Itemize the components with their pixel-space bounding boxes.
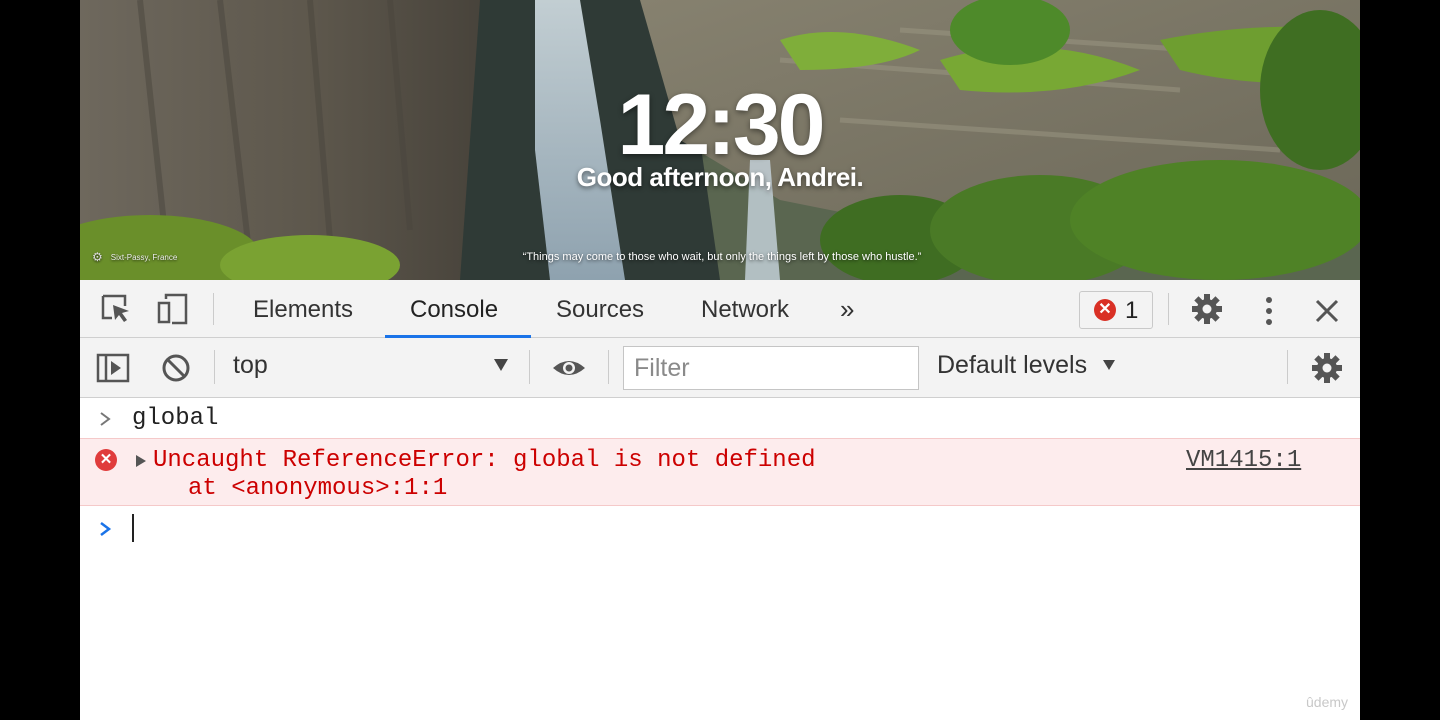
console-input-entry: global <box>80 398 1360 439</box>
tab-console[interactable]: Console <box>385 280 531 338</box>
more-tabs-button[interactable]: » <box>840 294 854 325</box>
filter-input[interactable] <box>623 346 919 390</box>
console-output[interactable]: global ✕ Uncaught ReferenceError: global… <box>80 398 1360 720</box>
close-icon[interactable] <box>1310 294 1344 328</box>
error-icon: ✕ <box>95 449 117 471</box>
device-toolbar-icon[interactable] <box>156 292 190 326</box>
error-count: 1 <box>1125 297 1139 324</box>
toolbar-divider <box>214 350 215 384</box>
error-count-badge[interactable]: ✕ 1 <box>1079 291 1153 329</box>
context-selector[interactable]: top <box>233 351 268 380</box>
expand-triangle-icon[interactable] <box>135 454 147 468</box>
error-source-link[interactable]: VM1415:1 <box>1186 447 1301 474</box>
udemy-watermark: ûdemy <box>1306 694 1349 710</box>
error-stack-trace: at <anonymous>:1:1 <box>188 475 448 502</box>
console-prompt[interactable] <box>80 506 1360 550</box>
devtools-tab-bar: Elements Console Sources Network » ✕ 1 <box>80 280 1360 338</box>
more-options-icon[interactable] <box>1252 294 1286 328</box>
console-command: global <box>132 405 219 432</box>
toolbar-divider <box>213 293 214 325</box>
input-chevron-icon <box>100 412 111 426</box>
clear-console-icon[interactable] <box>159 351 193 385</box>
browser-window: 12:30 Good afternoon, Andrei. ⚙ Sixt-Pas… <box>80 0 1360 720</box>
console-settings-icon[interactable] <box>1310 351 1344 385</box>
live-expression-eye-icon[interactable] <box>552 351 586 385</box>
settings-gear-icon[interactable] <box>1190 292 1224 326</box>
error-icon: ✕ <box>1094 299 1116 321</box>
toolbar-divider <box>1168 293 1169 325</box>
daily-quote: “Things may come to those who wait, but … <box>522 251 922 263</box>
tab-sources[interactable]: Sources <box>531 280 669 338</box>
chevron-down-icon[interactable] <box>493 358 509 372</box>
text-cursor <box>132 514 134 542</box>
greeting-text: Good afternoon, Andrei. <box>576 162 864 192</box>
toolbar-divider <box>1287 350 1288 384</box>
chevron-down-icon[interactable] <box>1102 359 1116 371</box>
prompt-chevron-icon <box>100 522 112 536</box>
console-error-message: ✕ Uncaught ReferenceError: global is not… <box>80 438 1360 506</box>
inspect-element-icon[interactable] <box>99 292 133 326</box>
clock-time: 12:30 <box>617 77 826 173</box>
tab-network[interactable]: Network <box>676 280 814 338</box>
console-toolbar: top Default levels <box>80 338 1360 398</box>
error-text: Uncaught ReferenceError: global is not d… <box>153 447 816 474</box>
tab-elements[interactable]: Elements <box>228 280 378 338</box>
toolbar-divider <box>529 350 530 384</box>
sidebar-toggle-icon[interactable] <box>96 351 130 385</box>
toolbar-divider <box>608 350 609 384</box>
new-tab-background: 12:30 Good afternoon, Andrei. ⚙ Sixt-Pas… <box>80 0 1360 280</box>
log-levels-dropdown[interactable]: Default levels <box>937 351 1087 380</box>
